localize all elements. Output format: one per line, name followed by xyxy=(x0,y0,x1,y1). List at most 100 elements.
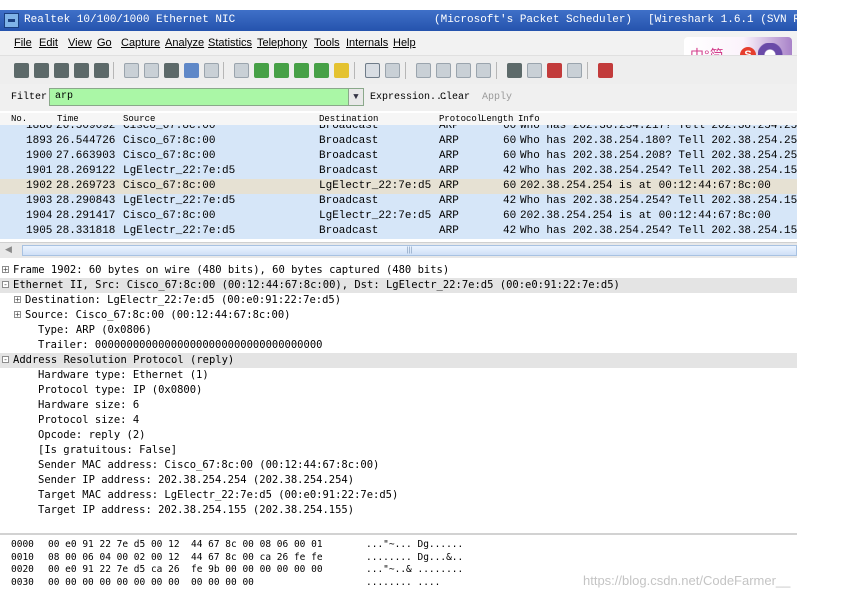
packet-row[interactable]: 1904 28.291417 Cisco_67:8c:00 LgElectr_22:7… xyxy=(0,209,797,224)
detail-row[interactable]: Target IP address: 202.38.254.155 (202.3… xyxy=(0,503,797,518)
packet-list[interactable]: 1888 26.509092 Cisco_67:8c:00 Broadcast … xyxy=(0,125,797,241)
packet-bytes-pane[interactable]: 0000 00 e0 91 22 7e d5 00 12 44 67 8c 00 … xyxy=(0,538,797,597)
packet-source: LgElectr_22:7e:d5 xyxy=(123,195,236,207)
menu-file[interactable]: File xyxy=(14,31,32,55)
menu-go[interactable]: Go xyxy=(97,31,112,55)
packet-details-tree[interactable]: + Frame 1902: 60 bytes on wire (480 bits)… xyxy=(0,263,797,525)
packet-protocol: ARP xyxy=(439,180,459,192)
pane-divider[interactable] xyxy=(0,533,797,535)
menu-tools[interactable]: Tools xyxy=(314,31,340,55)
expand-icon[interactable]: + xyxy=(14,311,21,319)
expression-button[interactable]: Expression... xyxy=(370,92,448,103)
packet-row[interactable]: 1902 28.269723 Cisco_67:8c:00 LgElectr_22:7… xyxy=(0,179,797,194)
column-header-time[interactable]: Time xyxy=(57,113,79,125)
print-icon[interactable] xyxy=(204,63,219,78)
filter-input[interactable]: arp xyxy=(49,88,349,106)
detail-row[interactable]: Hardware size: 6 xyxy=(0,398,797,413)
go-to-packet-icon[interactable] xyxy=(294,63,309,78)
resize-columns-icon[interactable] xyxy=(476,63,491,78)
detail-row[interactable]: Sender IP address: 202.38.254.254 (202.3… xyxy=(0,473,797,488)
packet-row[interactable]: 1905 28.331818 LgElectr_22:7e:d5 Broadcast A… xyxy=(0,224,797,239)
reload-icon[interactable] xyxy=(184,63,199,78)
clear-filter-button[interactable]: Clear xyxy=(440,92,470,103)
packet-destination: LgElectr_22:7e:d5 xyxy=(319,210,432,222)
scroll-left-icon[interactable]: ◀ xyxy=(5,244,12,255)
column-header-destination[interactable]: Destination xyxy=(319,113,378,125)
detail-row[interactable]: Target MAC address: LgElectr_22:7e:d5 (0… xyxy=(0,488,797,503)
packet-row[interactable]: 1893 26.544726 Cisco_67:8c:00 Broadcast ARP 6… xyxy=(0,134,797,149)
packet-list-hscrollbar[interactable]: ◀ ||| xyxy=(0,242,797,258)
menu-help[interactable]: Help xyxy=(393,31,416,55)
scrollbar-thumb[interactable]: ||| xyxy=(22,245,797,256)
toolbar-separator xyxy=(405,62,406,79)
column-header-length[interactable]: Length xyxy=(481,113,513,125)
capture-filters-icon[interactable] xyxy=(507,63,522,78)
packet-protocol: ARP xyxy=(439,125,459,132)
packet-row[interactable]: 1901 28.269122 LgElectr_22:7e:d5 Broadcast A… xyxy=(0,164,797,179)
detail-row[interactable]: - Address Resolution Protocol (reply) xyxy=(0,353,797,368)
expand-icon[interactable]: + xyxy=(14,296,21,304)
zoom-normal-icon[interactable] xyxy=(456,63,471,78)
detail-row[interactable]: Sender MAC address: Cisco_67:8c:00 (00:1… xyxy=(0,458,797,473)
display-filters-icon[interactable] xyxy=(527,63,542,78)
packet-row[interactable]: 1903 28.290843 LgElectr_22:7e:d5 Broadcast A… xyxy=(0,194,797,209)
auto-scroll-icon[interactable] xyxy=(385,63,400,78)
start-capture-icon[interactable] xyxy=(54,63,69,78)
find-packet-icon[interactable] xyxy=(234,63,249,78)
detail-row[interactable]: [Is gratuitous: False] xyxy=(0,443,797,458)
hex-ascii: ........ Dg...&.. xyxy=(366,551,464,563)
expand-icon[interactable]: + xyxy=(2,266,9,274)
column-header-protocol[interactable]: Protocol xyxy=(439,113,482,125)
colorize-icon[interactable] xyxy=(365,63,380,78)
detail-row[interactable]: + Frame 1902: 60 bytes on wire (480 bits)… xyxy=(0,263,797,278)
packet-time: 28.291417 xyxy=(56,210,116,222)
packet-no: 1900 xyxy=(26,150,53,162)
stop-capture-icon[interactable] xyxy=(74,63,89,78)
column-header-source[interactable]: Source xyxy=(123,113,155,125)
menu-analyze[interactable]: Analyze xyxy=(165,31,204,55)
menu-statistics[interactable]: Statistics xyxy=(208,31,252,55)
open-file-icon[interactable] xyxy=(124,63,139,78)
detail-row[interactable]: Trailer: 0000000000000000000000000000000… xyxy=(0,338,797,353)
interface-list-icon[interactable] xyxy=(14,63,29,78)
column-header-no[interactable]: No. xyxy=(11,113,27,125)
collapse-icon[interactable]: - xyxy=(2,281,9,289)
packet-no: 1902 xyxy=(26,180,53,192)
zoom-out-icon[interactable] xyxy=(436,63,451,78)
go-forward-icon[interactable] xyxy=(274,63,289,78)
chevron-down-icon: ▼ xyxy=(353,92,359,102)
menu-view[interactable]: View xyxy=(68,31,92,55)
detail-row[interactable]: + Source: Cisco_67:8c:00 (00:12:44:67:8c:… xyxy=(0,308,797,323)
help-icon[interactable] xyxy=(598,63,613,78)
zoom-in-icon[interactable] xyxy=(416,63,431,78)
packet-row[interactable]: 1900 27.663903 Cisco_67:8c:00 Broadcast ARP 6… xyxy=(0,149,797,164)
detail-row[interactable]: Hardware type: Ethernet (1) xyxy=(0,368,797,383)
detail-row[interactable]: Type: ARP (0x0806) xyxy=(0,323,797,338)
menu-capture[interactable]: Capture xyxy=(121,31,160,55)
column-header-info[interactable]: Info xyxy=(518,113,540,125)
detail-row[interactable]: Protocol type: IP (0x0800) xyxy=(0,383,797,398)
toolbar-separator xyxy=(354,62,355,79)
filter-dropdown-button[interactable]: ▼ xyxy=(349,88,364,106)
restart-capture-icon[interactable] xyxy=(94,63,109,78)
go-last-icon[interactable] xyxy=(334,63,349,78)
save-file-icon[interactable] xyxy=(144,63,159,78)
preferences-icon[interactable] xyxy=(567,63,582,78)
menu-telephony[interactable]: Telephony xyxy=(257,31,307,55)
go-back-icon[interactable] xyxy=(254,63,269,78)
capture-options-icon[interactable] xyxy=(34,63,49,78)
detail-row[interactable]: Protocol size: 4 xyxy=(0,413,797,428)
close-file-icon[interactable] xyxy=(164,63,179,78)
apply-filter-button[interactable]: Apply xyxy=(482,92,512,103)
title-bar[interactable]: Realtek 10/100/1000 Ethernet NIC (Micros… xyxy=(0,10,797,31)
detail-row[interactable]: - Ethernet II, Src: Cisco_67:8c:00 (00:12… xyxy=(0,278,797,293)
packet-length: 60 xyxy=(503,135,517,147)
collapse-icon[interactable]: - xyxy=(2,356,9,364)
menu-internals[interactable]: Internals xyxy=(346,31,388,55)
detail-row[interactable]: Opcode: reply (2) xyxy=(0,428,797,443)
menu-edit[interactable]: Edit xyxy=(39,31,58,55)
coloring-rules-icon[interactable] xyxy=(547,63,562,78)
packet-row[interactable]: 1888 26.509092 Cisco_67:8c:00 Broadcast … xyxy=(0,125,797,134)
detail-row[interactable]: + Destination: LgElectr_22:7e:d5 (00:e0:9… xyxy=(0,293,797,308)
go-first-icon[interactable] xyxy=(314,63,329,78)
